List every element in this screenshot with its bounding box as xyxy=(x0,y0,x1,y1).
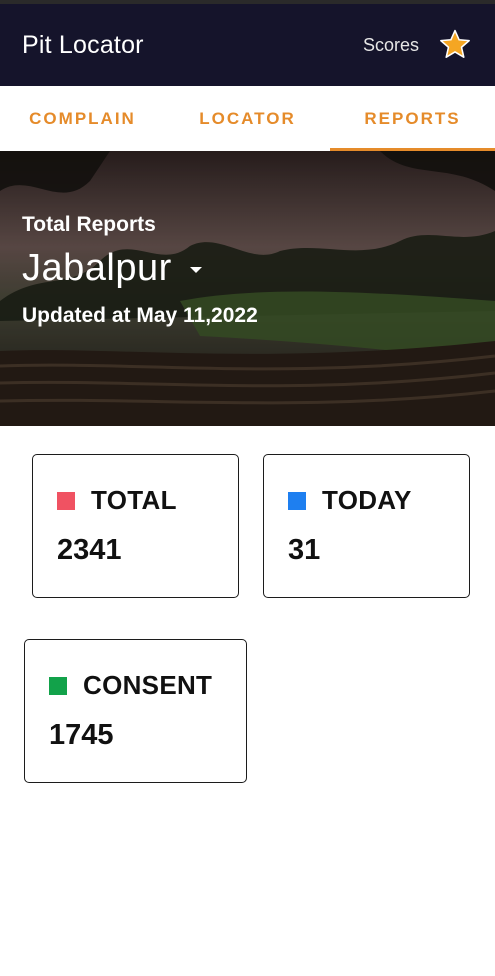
app-title: Pit Locator xyxy=(22,30,144,59)
consent-title: CONSENT xyxy=(83,670,213,700)
total-title: TOTAL xyxy=(91,485,177,515)
updated-date: Updated at May 11,2022 xyxy=(22,304,258,327)
today-value: 31 xyxy=(288,534,321,566)
scores-label[interactable]: Scores xyxy=(363,35,419,56)
tab-reports[interactable]: REPORTS xyxy=(330,86,495,151)
today-color-swatch xyxy=(288,491,306,510)
report-header-banner: Total Reports Jabalpur Updated at May 11… xyxy=(0,151,495,426)
city-name: Jabalpur xyxy=(22,247,172,289)
app-bar: Pit Locator Scores xyxy=(0,4,495,86)
app-root: Pit Locator Scores COMPLAIN LOCATOR REPO… xyxy=(0,0,495,976)
total-reports-label: Total Reports xyxy=(22,213,156,236)
tab-locator[interactable]: LOCATOR xyxy=(165,86,330,151)
tab-complain[interactable]: COMPLAIN xyxy=(0,86,165,151)
tab-bar: COMPLAIN LOCATOR REPORTS xyxy=(0,86,495,151)
consent-card[interactable]: CONSENT 1745 xyxy=(24,639,247,783)
city-dropdown[interactable]: Jabalpur xyxy=(22,247,258,290)
total-card[interactable]: TOTAL 2341 xyxy=(32,454,239,598)
total-value: 2341 xyxy=(57,534,122,566)
dropdown-arrow-icon xyxy=(189,266,202,273)
total-color-swatch xyxy=(57,491,75,510)
star-icon[interactable] xyxy=(437,27,473,63)
consent-color-swatch xyxy=(49,676,67,695)
today-card[interactable]: TODAY 31 xyxy=(263,454,470,598)
today-title: TODAY xyxy=(322,485,412,515)
consent-value: 1745 xyxy=(49,719,114,751)
